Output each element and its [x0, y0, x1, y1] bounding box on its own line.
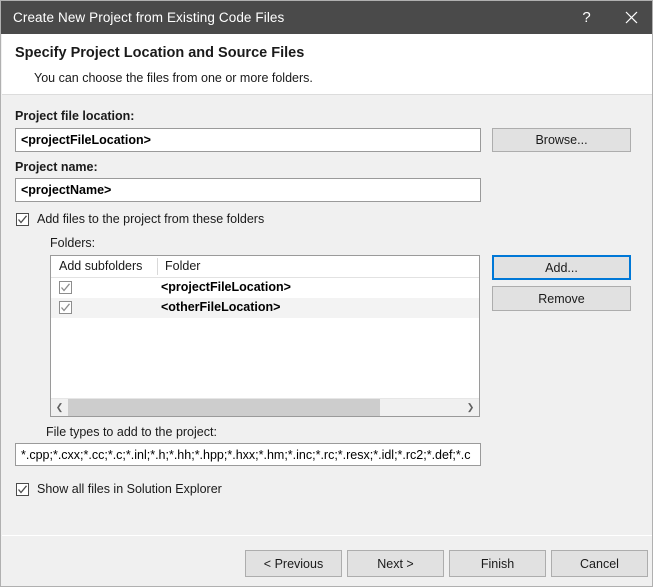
finish-button-label: Finish — [481, 557, 514, 571]
row-add-subfolders-checkbox[interactable] — [59, 301, 72, 314]
folders-label: Folders: — [50, 236, 95, 250]
column-header-add-subfolders[interactable]: Add subfolders — [59, 259, 142, 273]
previous-button[interactable]: < Previous — [245, 550, 342, 577]
browse-button-label: Browse... — [535, 133, 587, 147]
add-button[interactable]: Add... — [492, 255, 631, 280]
cancel-button[interactable]: Cancel — [551, 550, 648, 577]
row-folder-path: <otherFileLocation> — [161, 300, 280, 314]
help-button[interactable]: ? — [564, 1, 609, 34]
project-name-label: Project name: — [15, 160, 98, 174]
column-header-folder[interactable]: Folder — [165, 259, 200, 273]
show-all-files-checkbox-row[interactable]: Show all files in Solution Explorer — [16, 482, 222, 496]
column-divider[interactable] — [157, 258, 158, 275]
scrollbar-thumb[interactable] — [68, 399, 380, 416]
cancel-button-label: Cancel — [580, 557, 619, 571]
file-types-input[interactable] — [15, 443, 481, 466]
remove-button[interactable]: Remove — [492, 286, 631, 311]
close-button[interactable] — [609, 1, 653, 34]
chevron-right-icon[interactable]: ❯ — [462, 399, 479, 416]
dialog-window: Create New Project from Existing Code Fi… — [0, 0, 653, 587]
project-file-location-input[interactable] — [15, 128, 481, 152]
add-files-checkbox-label: Add files to the project from these fold… — [37, 212, 264, 226]
folders-listview[interactable]: Add subfolders Folder <projectFileLocati… — [50, 255, 480, 417]
add-button-label: Add... — [545, 261, 578, 275]
page-title: Specify Project Location and Source File… — [15, 45, 304, 61]
folders-listview-header: Add subfolders Folder — [51, 256, 479, 278]
chevron-left-icon[interactable]: ❮ — [51, 399, 68, 416]
header-band: Specify Project Location and Source File… — [2, 34, 653, 95]
table-row[interactable]: <otherFileLocation> — [51, 298, 479, 318]
row-add-subfolders-checkbox[interactable] — [59, 281, 72, 294]
file-types-label: File types to add to the project: — [46, 425, 217, 439]
add-files-checkbox-row[interactable]: Add files to the project from these fold… — [16, 212, 264, 226]
project-name-input[interactable] — [15, 178, 481, 202]
finish-button[interactable]: Finish — [449, 550, 546, 577]
dialog-footer: < Previous Next > Finish Cancel — [2, 535, 653, 587]
close-icon — [625, 11, 638, 24]
table-row[interactable]: <projectFileLocation> — [51, 278, 479, 298]
project-file-location-label: Project file location: — [15, 109, 134, 123]
row-folder-path: <projectFileLocation> — [161, 280, 291, 294]
remove-button-label: Remove — [538, 292, 585, 306]
window-title: Create New Project from Existing Code Fi… — [13, 10, 284, 25]
page-subtitle: You can choose the files from one or mor… — [34, 71, 313, 85]
title-bar: Create New Project from Existing Code Fi… — [1, 1, 653, 34]
horizontal-scrollbar[interactable]: ❮ ❯ — [51, 398, 479, 416]
dialog-body: Project file location: Browse... Project… — [2, 95, 653, 534]
show-all-files-checkbox[interactable] — [16, 483, 29, 496]
add-files-checkbox[interactable] — [16, 213, 29, 226]
previous-button-label: < Previous — [264, 557, 323, 571]
browse-button[interactable]: Browse... — [492, 128, 631, 152]
next-button[interactable]: Next > — [347, 550, 444, 577]
question-mark-icon: ? — [582, 9, 590, 26]
next-button-label: Next > — [377, 557, 413, 571]
show-all-files-checkbox-label: Show all files in Solution Explorer — [37, 482, 222, 496]
